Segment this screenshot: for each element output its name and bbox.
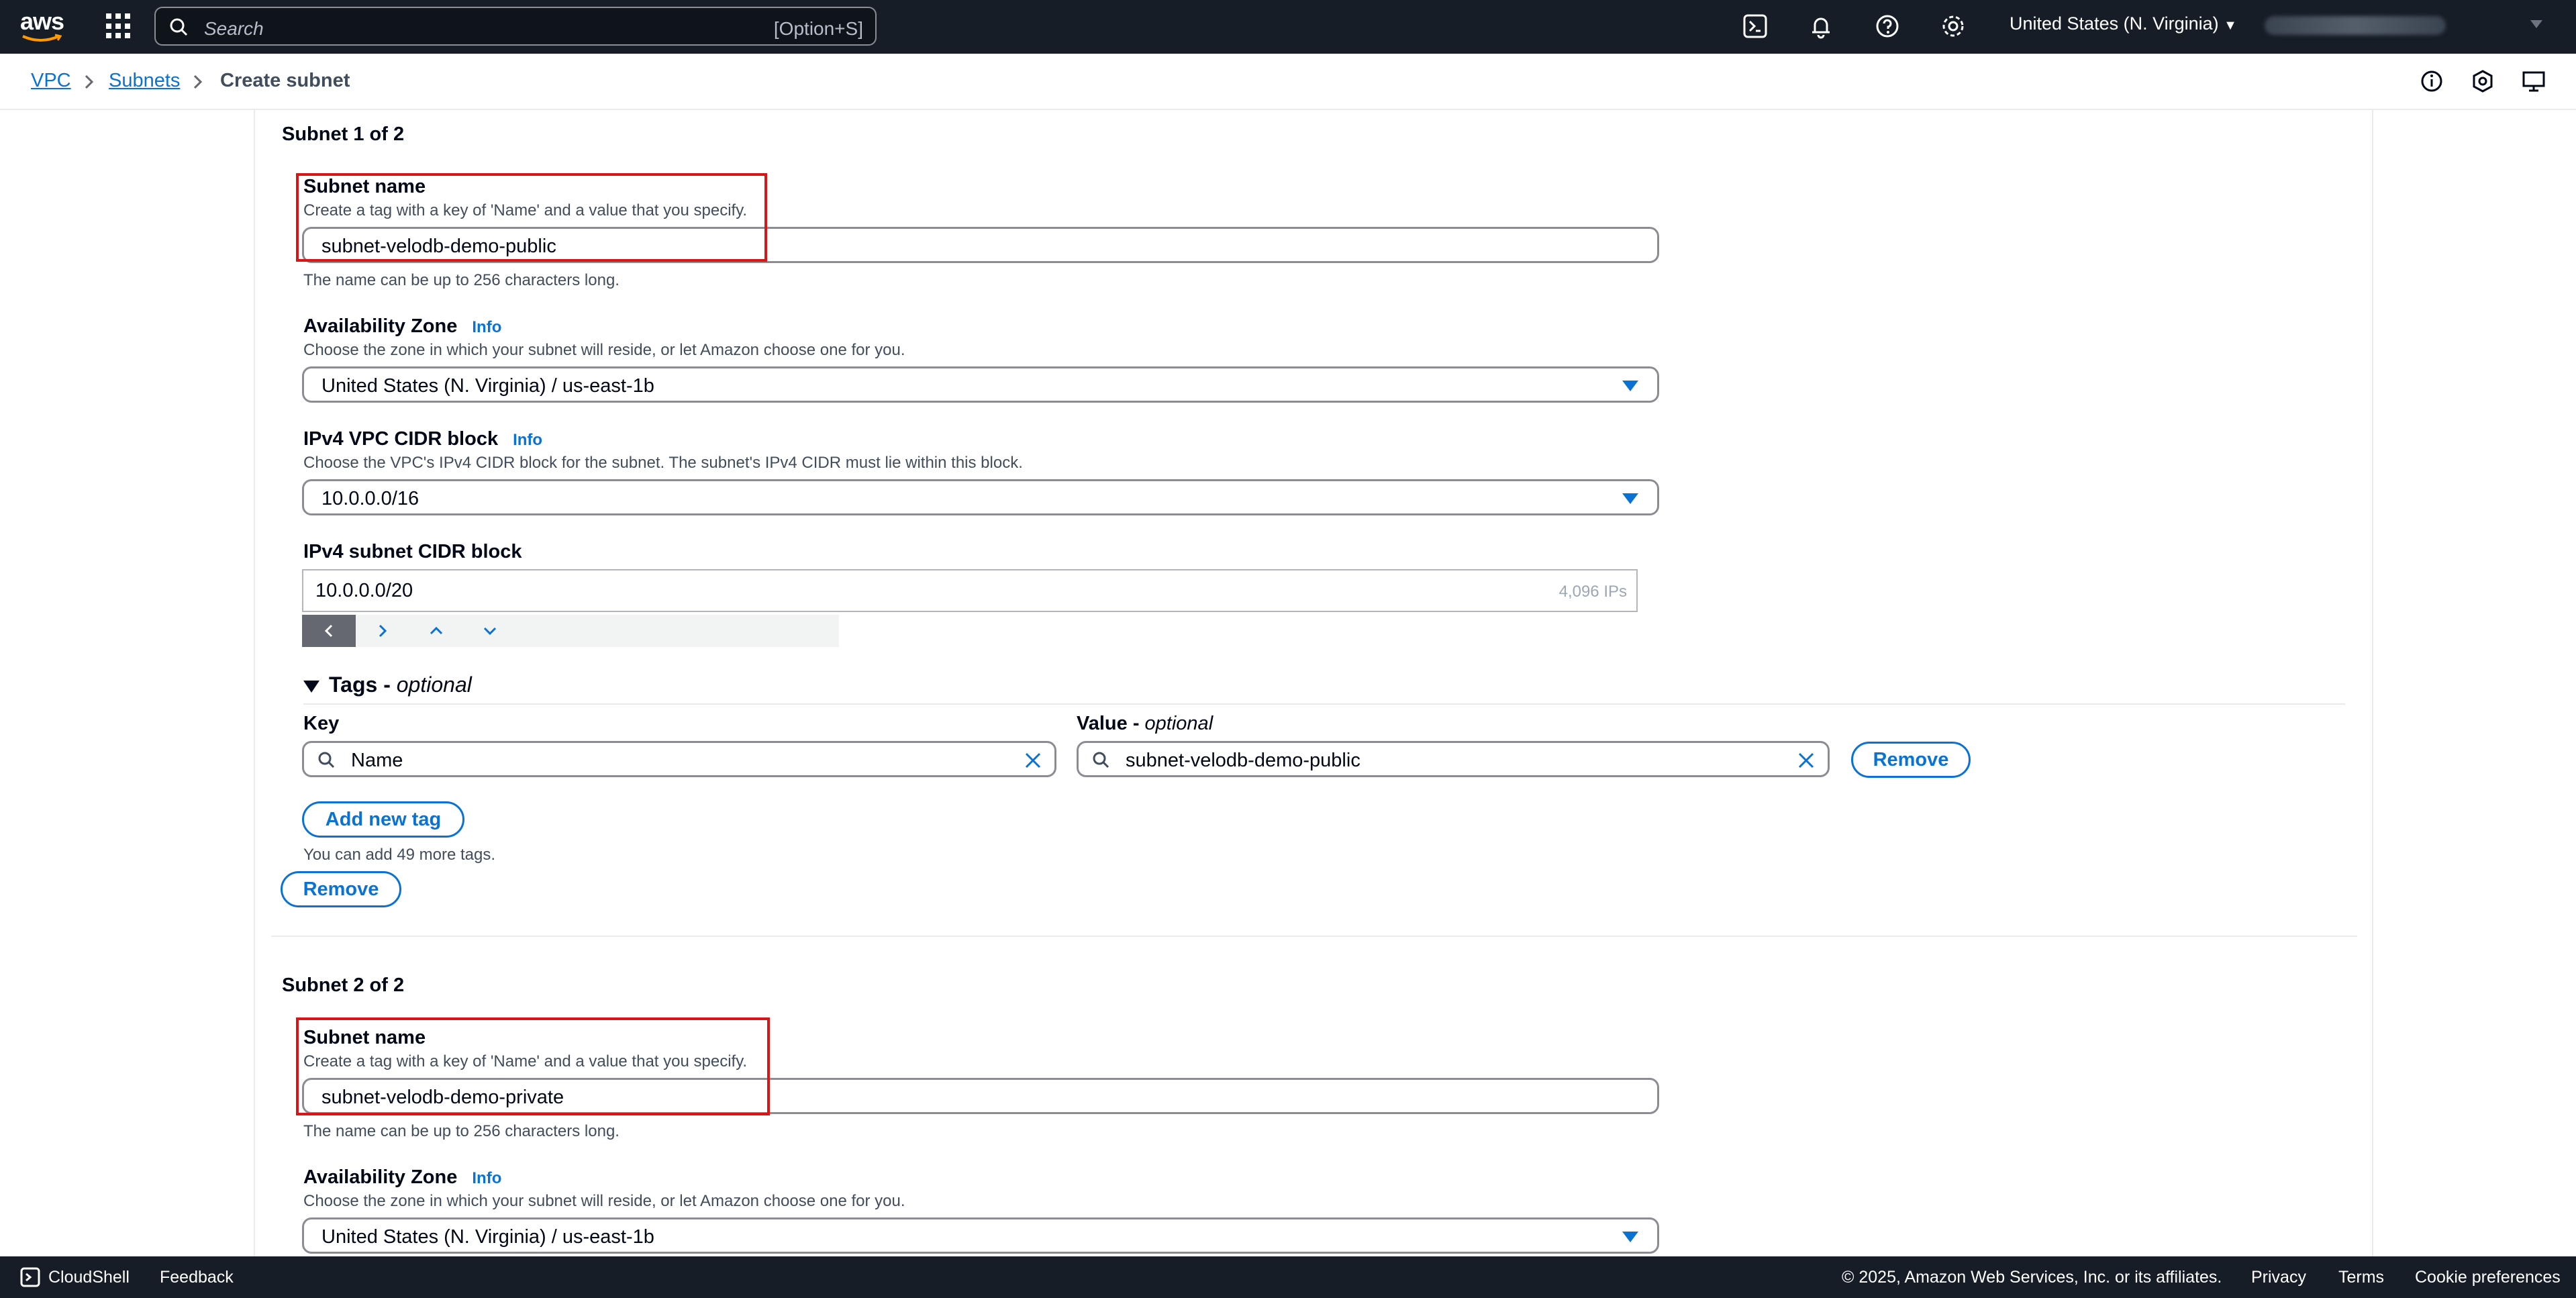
feedback-link[interactable]: Feedback	[160, 1268, 234, 1287]
tags-section-toggle[interactable]: Tags - optional	[329, 672, 472, 697]
subnet-1-subnet-cidr-value: 10.0.0.0/20	[315, 580, 413, 601]
breadcrumb: VPC Subnets Create subnet	[0, 54, 2576, 110]
remove-subnet-button[interactable]: Remove	[281, 871, 401, 907]
aws-logo-text: aws	[20, 7, 64, 35]
caret-down-icon	[1622, 493, 1638, 504]
cloudshell-link[interactable]: CloudShell	[48, 1268, 130, 1287]
clear-x-icon[interactable]	[1024, 751, 1042, 770]
breadcrumb-current: Create subnet	[220, 70, 350, 91]
subnet-1-vpc-cidr-desc: Choose the VPC's IPv4 CIDR block for the…	[303, 454, 1023, 472]
account-caret-icon	[2530, 20, 2542, 28]
add-new-tag-button[interactable]: Add new tag	[302, 801, 464, 838]
cidr-prev-button[interactable]	[302, 615, 356, 647]
subnet-1-ip-count: 4,096 IPs	[1558, 583, 1627, 601]
subnet-1-az-value: United States (N. Virginia) / us-east-1b	[321, 375, 654, 397]
chevron-down-icon	[483, 627, 497, 636]
subnet-2-az-desc: Choose the zone in which your subnet wil…	[303, 1192, 905, 1210]
cidr-next-button[interactable]	[356, 615, 409, 647]
cloudshell-icon[interactable]	[1742, 13, 1768, 39]
subnet-1-name-hint: The name can be up to 256 characters lon…	[303, 271, 620, 289]
subnet-1-vpc-cidr-label: IPv4 VPC CIDR block Info	[303, 428, 543, 450]
help-icon[interactable]	[1875, 13, 1900, 39]
content-frame-right	[2372, 110, 2373, 1256]
content-frame-left	[254, 110, 255, 1256]
subnet-1-az-label: Availability Zone Info	[303, 315, 502, 337]
search-input[interactable]: Search [Option+S]	[154, 7, 877, 46]
top-navigation: aws Search [Option+S] United States (N. …	[0, 0, 2576, 54]
privacy-link[interactable]: Privacy	[2251, 1268, 2306, 1287]
caret-down-icon	[1622, 381, 1638, 391]
cidr-stepper	[302, 615, 839, 647]
tags-remaining-hint: You can add 49 more tags.	[303, 846, 495, 864]
search-placeholder: Search	[204, 18, 264, 39]
subnet-1-az-select[interactable]: United States (N. Virginia) / us-east-1b	[302, 366, 1659, 403]
notifications-bell-icon[interactable]	[1808, 13, 1834, 39]
cloudshell-icon	[20, 1267, 40, 1287]
tag-key-header: Key	[303, 713, 340, 734]
cidr-down-button[interactable]	[463, 615, 517, 647]
subnet-2-az-value: United States (N. Virginia) / us-east-1b	[321, 1226, 654, 1248]
search-icon	[1093, 752, 1109, 768]
az-info-link[interactable]: Info	[472, 1169, 501, 1187]
chevron-up-icon	[430, 626, 443, 635]
chevron-right-icon	[85, 74, 94, 89]
tag-value-input[interactable]: subnet-velodb-demo-public	[1077, 741, 1830, 777]
search-icon	[318, 752, 335, 768]
search-icon	[170, 18, 188, 36]
subnet-1-vpc-cidr-value: 10.0.0.0/16	[321, 488, 419, 509]
chevron-left-icon	[324, 624, 333, 638]
hexagon-settings-icon[interactable]	[2470, 68, 2495, 94]
caret-down-icon	[1622, 1232, 1638, 1242]
tag-key-input[interactable]: Name	[302, 741, 1056, 777]
account-menu-blurred[interactable]	[2265, 16, 2446, 35]
tags-divider	[303, 703, 2345, 705]
caret-down-icon[interactable]	[303, 681, 319, 693]
chevron-right-icon	[379, 624, 387, 638]
az-info-link[interactable]: Info	[472, 318, 501, 336]
footer: CloudShell Feedback © 2025, Amazon Web S…	[0, 1256, 2576, 1298]
presentation-icon[interactable]	[2521, 68, 2546, 94]
clear-x-icon[interactable]	[1797, 751, 1816, 770]
cidr-up-button[interactable]	[409, 615, 463, 647]
breadcrumb-subnets[interactable]: Subnets	[109, 70, 180, 92]
subnet-1-subnet-cidr-input[interactable]: 10.0.0.0/20 4,096 IPs	[302, 569, 1638, 612]
subnet-1-vpc-cidr-select[interactable]: 10.0.0.0/16	[302, 479, 1659, 515]
aws-logo[interactable]: aws	[20, 9, 64, 43]
chevron-right-icon	[193, 74, 203, 89]
breadcrumb-vpc[interactable]: VPC	[31, 70, 71, 92]
tag-key-value: Name	[351, 750, 403, 771]
tag-value-value: subnet-velodb-demo-public	[1126, 750, 1360, 771]
subnet-1-heading: Subnet 1 of 2	[282, 123, 405, 145]
search-shortcut: [Option+S]	[773, 18, 863, 39]
highlight-box	[296, 1017, 770, 1115]
highlight-box	[296, 173, 767, 262]
terms-link[interactable]: Terms	[2338, 1268, 2384, 1287]
subnet-2-az-select[interactable]: United States (N. Virginia) / us-east-1b	[302, 1217, 1659, 1254]
cookie-preferences-link[interactable]: Cookie preferences	[2415, 1268, 2561, 1287]
subnet-1-subnet-cidr-label: IPv4 subnet CIDR block	[303, 541, 522, 562]
services-grid-icon[interactable]	[106, 13, 132, 39]
remove-tag-button[interactable]: Remove	[1851, 742, 1971, 778]
subnet-2-az-label: Availability Zone Info	[303, 1166, 502, 1188]
vpc-cidr-info-link[interactable]: Info	[513, 431, 542, 449]
region-label: United States (N. Virginia)	[2010, 13, 2219, 34]
info-panel-icon[interactable]	[2419, 68, 2444, 94]
subnet-2-heading: Subnet 2 of 2	[282, 975, 405, 996]
subnet-1-az-desc: Choose the zone in which your subnet wil…	[303, 341, 905, 359]
tag-value-header: Value - optional	[1077, 713, 1213, 734]
region-selector[interactable]: United States (N. Virginia) ▼	[2010, 13, 2237, 34]
subnet-2-name-hint: The name can be up to 256 characters lon…	[303, 1122, 620, 1140]
settings-gear-icon[interactable]	[1940, 13, 1966, 39]
caret-down-icon: ▼	[2224, 18, 2237, 33]
copyright-text: © 2025, Amazon Web Services, Inc. or its…	[1842, 1268, 2222, 1287]
subnet-divider	[271, 936, 2357, 937]
aws-smile-icon	[22, 34, 62, 42]
